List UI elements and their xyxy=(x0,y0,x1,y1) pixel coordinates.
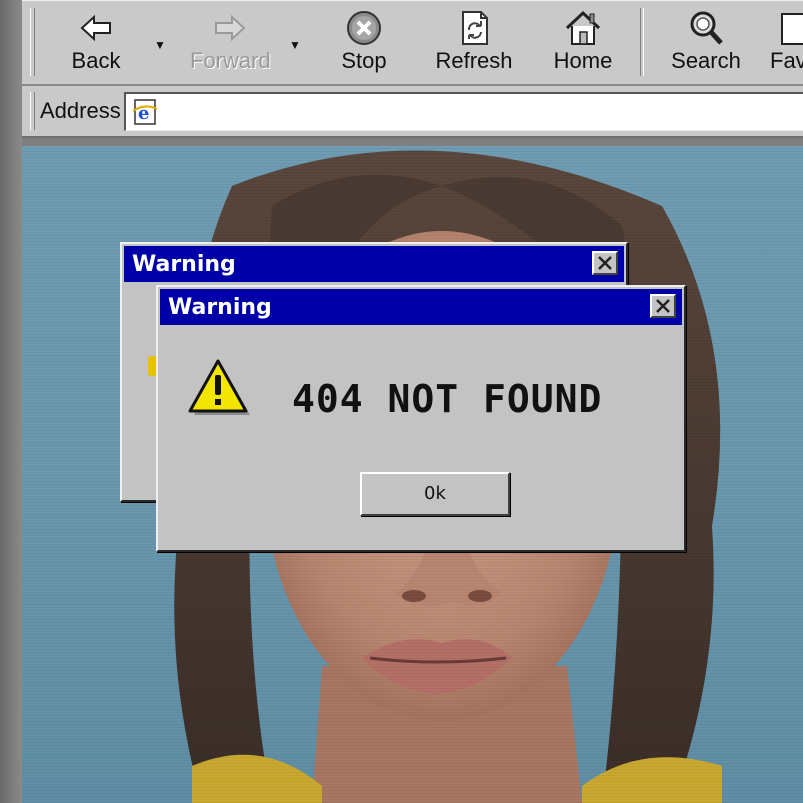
address-input[interactable]: e xyxy=(124,92,803,131)
dialog-title: Warning xyxy=(132,252,236,277)
ok-button[interactable]: 0k xyxy=(360,472,510,516)
ie-page-icon: e xyxy=(132,99,158,125)
address-label: Address xyxy=(40,98,121,123)
home-button[interactable]: Home xyxy=(548,4,618,80)
error-message: 404 NOT FOUND xyxy=(292,377,603,421)
forward-dropdown-icon[interactable]: ▼ xyxy=(289,38,301,52)
back-dropdown-icon[interactable]: ▼ xyxy=(154,38,166,52)
stop-label: Stop xyxy=(341,48,387,73)
dialog-title: Warning xyxy=(168,295,272,320)
back-button[interactable]: Back xyxy=(68,4,124,80)
toolbar-grip[interactable] xyxy=(30,8,35,76)
window-edge xyxy=(0,0,22,803)
stop-button[interactable]: Stop xyxy=(334,4,394,80)
dialog-titlebar[interactable]: Warning xyxy=(160,289,682,325)
dialog-close-button[interactable] xyxy=(592,251,618,275)
toolbar-separator xyxy=(640,8,644,76)
dialog-close-button[interactable] xyxy=(650,294,676,318)
forward-button[interactable]: Forward xyxy=(190,4,271,80)
favorites-label: Fav xyxy=(770,48,803,73)
address-grip[interactable] xyxy=(30,92,35,130)
dialog-titlebar[interactable]: Warning xyxy=(124,246,624,282)
favorites-button[interactable]: Fav xyxy=(770,4,803,80)
stop-icon xyxy=(347,11,381,45)
search-button[interactable]: Search xyxy=(668,4,744,80)
home-label: Home xyxy=(553,48,613,73)
warning-dialog[interactable]: Warning 404 NOT FOUND 0k xyxy=(156,285,686,552)
forward-label: Forward xyxy=(190,48,271,73)
forward-arrow-icon xyxy=(215,14,246,42)
search-icon xyxy=(690,11,723,45)
warning-triangle-icon xyxy=(188,359,250,415)
address-bar: Address e xyxy=(22,86,803,138)
refresh-icon xyxy=(462,11,488,45)
back-arrow-icon xyxy=(80,14,111,42)
refresh-button[interactable]: Refresh xyxy=(432,4,516,80)
close-icon xyxy=(598,256,612,270)
refresh-label: Refresh xyxy=(435,48,513,73)
back-label: Back xyxy=(71,48,121,73)
close-icon xyxy=(656,299,670,313)
favorites-icon xyxy=(781,13,803,45)
home-icon xyxy=(565,10,601,45)
browser-toolbar: Back ▼ Forward ▼ Stop Refresh Home Searc… xyxy=(22,0,803,86)
search-label: Search xyxy=(671,48,741,73)
